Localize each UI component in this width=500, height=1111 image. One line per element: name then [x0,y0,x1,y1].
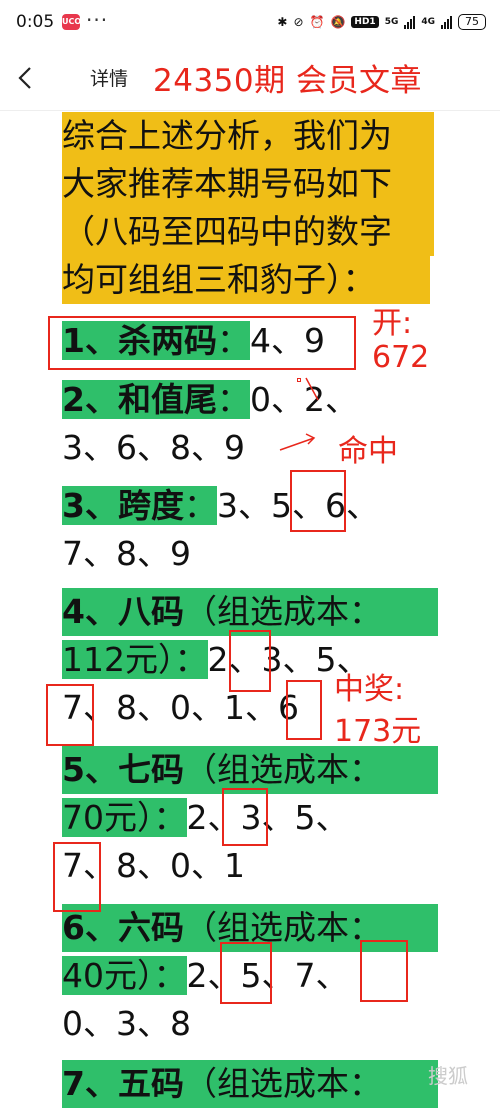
section-colon: ： [153,956,187,995]
title-overlay-text: 24350期 会员文章 [153,63,422,99]
cost-text: 40元） [62,956,154,995]
red-arrow-icon [279,377,319,451]
section-label: 2、和值尾 [62,380,217,419]
back-arrow-icon[interactable] [14,64,38,92]
section-note: （组选成本： [183,908,382,947]
section-label: 5、七码 [62,750,184,789]
six-code-numbers-2: 0、3、8 [62,1004,191,1043]
network-5g-label: 5G [384,17,399,27]
section-five-code: 7、五码（组选成本： [62,1060,438,1108]
more-notifications-icon: ··· [86,8,109,32]
eight-code-line-2: 112元）：2、3、5、 [62,636,370,684]
intro-line-2: 大家推荐本期号码如下 [62,160,434,208]
section-note: （组选成本： [183,750,382,789]
six-code-box-7 [360,940,408,1002]
eight-code-box-7 [46,684,94,746]
alarm-icon: ⏰ [309,15,325,29]
section-colon: ： [174,640,208,679]
section-eight-code: 4、八码（组选成本： [62,588,438,636]
seven-code-box-2 [222,788,268,846]
page-title: 详情 [90,68,129,90]
section-colon: ： [216,380,250,419]
cost-text: 70元） [62,798,154,837]
open-label: 开: [372,306,413,341]
section-note: （组选成本： [183,1064,382,1103]
hd-badge: HD1 [351,16,379,28]
nav-bar: 详情 24350期 会员文章 [0,46,500,111]
section-note: （组选成本： [183,592,382,631]
seven-code-line-2: 70元）：2、3、5、 [62,794,349,842]
battery-icon: 75 [458,14,486,30]
sum-tail-numbers-2: 3、6、8、9 [62,428,245,467]
section-label: 6、六码 [62,908,184,947]
section-label: 7、五码 [62,1064,184,1103]
network-4g-label: 4G [421,17,435,27]
section-label: 4、八码 [62,592,184,631]
kill-two-annotation-box [48,316,356,370]
eight-code-box-6 [286,680,322,740]
signal-icon-2 [441,15,452,29]
span-annotation-box [290,470,346,532]
signal-icon [404,15,416,29]
six-code-line-2: 40元）：2、5、7、 [62,952,349,1000]
intro-line-4: 均可组组三和豹子）： [62,256,430,304]
status-icons: ✱ ⊘ ⏰ 🔕 HD1 5G 4G 75 [277,11,486,33]
seven-code-box-7 [53,842,101,912]
span-numbers-2: 7、8、9 [62,534,191,573]
section-colon: ： [183,486,217,525]
prize-value: 173元 [334,714,422,749]
cost-text: 112元） [62,640,175,679]
section-colon: ： [153,798,187,837]
link-icon: ⊘ [293,15,304,29]
intro-line-3: （八码至四码中的数字 [62,208,434,256]
section-label: 3、跨度 [62,486,184,525]
open-value: 672 [372,340,430,375]
status-time: 0:05 [16,12,55,32]
section-seven-code: 5、七码（组选成本： [62,746,438,794]
six-code-box-2 [220,942,272,1004]
intro-line-1: 综合上述分析，我们为 [62,112,434,160]
mute-icon: 🔕 [330,15,346,29]
bluetooth-icon: ✱ [277,15,288,29]
watermark: 搜狐 [428,1064,468,1088]
eight-code-box-2 [229,630,271,692]
status-bar: 0:05 UCO ··· ✱ ⊘ ⏰ 🔕 HD1 5G 4G 75 [0,0,500,46]
app-notification-icon: UCO [62,14,81,30]
prize-label: 中奖: [334,672,405,707]
